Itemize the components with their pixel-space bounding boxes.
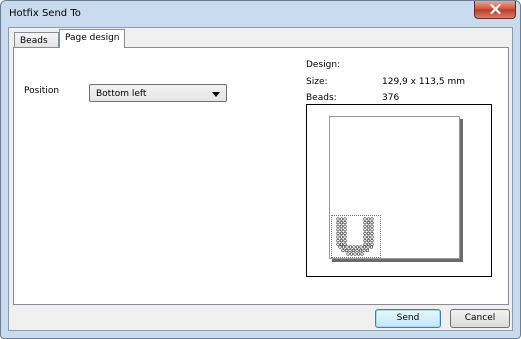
beads-label: Beads:: [306, 93, 337, 103]
preview-page: [329, 116, 460, 259]
dialog-client-area: Beads Page design Position Bottom left D…: [8, 27, 513, 331]
close-button[interactable]: [474, 1, 516, 19]
tab-beads[interactable]: Beads: [14, 32, 59, 48]
position-label: Position: [24, 86, 60, 96]
window-title: Hotfix Send To: [9, 8, 81, 19]
tab-page-design[interactable]: Page design: [59, 29, 125, 48]
chevron-down-icon: [212, 92, 220, 97]
page-preview: [306, 104, 492, 277]
size-label: Size:: [306, 77, 328, 87]
cancel-button[interactable]: Cancel: [450, 309, 510, 328]
position-selected-value: Bottom left: [96, 89, 147, 99]
beads-value: 376: [382, 93, 400, 103]
position-dropdown[interactable]: Bottom left: [89, 84, 227, 102]
title-bar[interactable]: Hotfix Send To: [1, 1, 520, 26]
dialog-window: Hotfix Send To Beads Page design Positio…: [0, 0, 521, 339]
tab-page-design-label: Page design: [65, 33, 120, 43]
send-button[interactable]: Send: [375, 309, 441, 328]
page-design-panel: Position Bottom left Design: Size: 129,9…: [13, 47, 509, 305]
bead-pattern-graphic: [336, 217, 374, 256]
close-icon: [490, 4, 501, 14]
bead-motif: [331, 215, 381, 258]
size-value: 129,9 x 113,5 mm: [382, 77, 465, 87]
button-bar: Send Cancel: [9, 305, 512, 330]
tab-beads-label: Beads: [20, 36, 48, 46]
design-label: Design:: [306, 60, 341, 70]
